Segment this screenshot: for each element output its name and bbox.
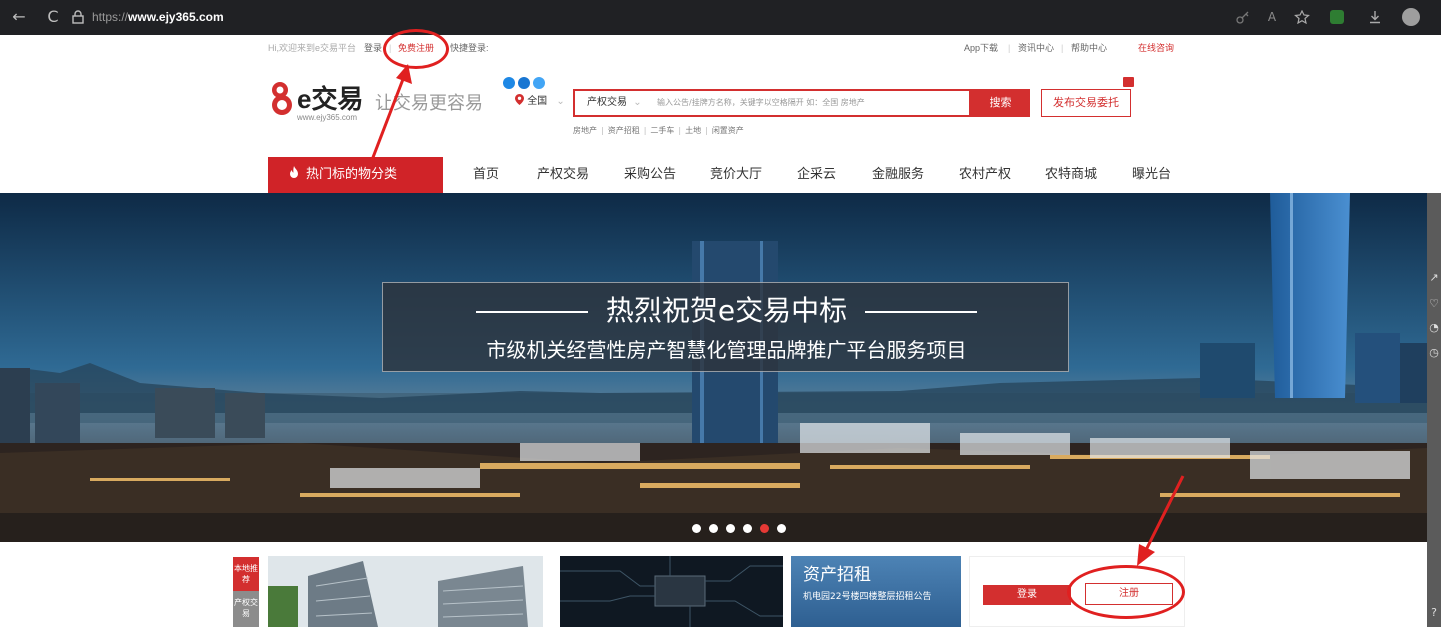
side-toolbar [1427, 193, 1441, 627]
title-rule [475, 311, 588, 313]
building-image [268, 556, 543, 627]
quick-login-label: 快捷登录: [450, 43, 489, 53]
download-icon[interactable] [1368, 10, 1382, 24]
annotation-arrow [370, 64, 412, 161]
top-utility-bar: Hi,欢迎来到e交易平台 登录 | 免费注册 快捷登录: App下载 | 资讯中… [0, 35, 1441, 89]
annotation-circle [1067, 565, 1185, 619]
search-input[interactable]: 输入公告/挂牌方名称，关键字以空格隔开 如：全国 房地产 [657, 91, 865, 115]
login-link[interactable]: 登录 [364, 35, 382, 62]
help-icon[interactable]: ? [1427, 603, 1441, 623]
hotword-link[interactable]: 闲置资产 [712, 126, 744, 135]
hero-banner[interactable]: 热烈祝贺e交易中标 市级机关经营性房产智慧化管理品牌推广平台服务项目 [0, 193, 1427, 542]
hotword-link[interactable]: 房地产 [573, 126, 597, 135]
online-consult-link[interactable]: 在线咨询 [1138, 35, 1174, 62]
refresh-icon[interactable]: C [44, 8, 62, 26]
nav-item-enterprise-cloud[interactable]: 企采云 [797, 158, 836, 192]
browser-toolbar: ← C https://www.ejy365.com A [0, 0, 1441, 35]
hot-category-label: 热门标的物分类 [306, 167, 398, 182]
divider: | [1061, 43, 1064, 53]
hotword-link[interactable]: 土地 [685, 126, 701, 135]
nav-item-procurement[interactable]: 采购公告 [624, 158, 676, 192]
clock-icon[interactable]: ◷ [1427, 343, 1441, 363]
url-domain: www.ejy365.com [128, 10, 224, 24]
search-category-label: 产权交易 [587, 97, 627, 108]
slide-dot-active[interactable] [760, 524, 769, 533]
news-center-link[interactable]: 资讯中心 [1018, 35, 1054, 62]
divider: | [1008, 43, 1011, 53]
asset-rent-subtitle: 机电园22号楼四楼整层招租公告 [803, 592, 932, 602]
banner-caption: 热烈祝贺e交易中标 市级机关经营性房产智慧化管理品牌推广平台服务项目 [382, 282, 1069, 372]
asset-rent-card[interactable]: 资产招租 机电园22号楼四楼整层招租公告 [791, 556, 961, 627]
annotation-circle [383, 29, 449, 69]
help-center-link[interactable]: 帮助中心 [1071, 35, 1107, 62]
favorite-icon[interactable] [1294, 10, 1310, 24]
slide-dot[interactable] [709, 524, 718, 533]
chat-bubble-icon[interactable]: ◔ [1427, 318, 1441, 338]
slide-dot[interactable] [726, 524, 735, 533]
listing-thumbnail[interactable] [268, 556, 543, 627]
location-pin-icon [515, 94, 524, 105]
wechat-login-icon[interactable] [518, 77, 530, 89]
lock-icon [72, 10, 84, 24]
key-icon[interactable] [1236, 10, 1250, 24]
region-label: 全国 [527, 96, 548, 107]
slide-dot[interactable] [777, 524, 786, 533]
nav-item-specialty-mall[interactable]: 农特商城 [1045, 158, 1097, 192]
search-bar: 产权交易 ⌄ 输入公告/挂牌方名称，关键字以空格隔开 如：全国 房地产 [573, 89, 971, 117]
url-scheme: https:// [92, 10, 129, 24]
logo-text[interactable]: e交易 [297, 84, 363, 114]
publish-trade-button[interactable]: 发布交易委托 [1041, 89, 1131, 117]
address-bar[interactable]: https://www.ejy365.com [92, 8, 224, 26]
listing-thumbnail[interactable] [560, 556, 783, 627]
nav-item-finance[interactable]: 金融服务 [872, 158, 924, 192]
region-selector[interactable]: 全国 ⌄ [515, 94, 565, 110]
back-icon[interactable]: ← [10, 8, 28, 26]
banner-subtitle: 市级机关经营性房产智慧化管理品牌推广平台服务项目 [486, 338, 967, 362]
phone-login-icon[interactable] [533, 77, 545, 89]
slogan: 让交易更容易 [375, 93, 483, 114]
slide-dot[interactable] [743, 524, 752, 533]
qq-login-icon[interactable] [503, 77, 515, 89]
chevron-down-icon: ⌄ [633, 97, 642, 108]
title-rule [865, 311, 978, 313]
circuit-board-image [560, 556, 783, 627]
slide-dot[interactable] [692, 524, 701, 533]
hotword-link[interactable]: 资产招租 [608, 126, 640, 135]
asset-rent-title: 资产招租 [803, 565, 871, 585]
hotword-link[interactable]: 二手车 [650, 126, 674, 135]
property-trade-tag[interactable]: 产权交易 [233, 591, 259, 627]
chevron-down-icon: ⌄ [556, 96, 565, 107]
logo-icon[interactable] [267, 80, 295, 118]
nav-item-home[interactable]: 首页 [473, 158, 499, 192]
fire-icon [290, 166, 298, 178]
read-aloud-icon[interactable]: A [1262, 8, 1282, 26]
hot-keywords: 房地产 | 资产招租 | 二手车 | 土地 | 闲置资产 [573, 126, 744, 135]
tool-icon[interactable]: ↗ [1427, 268, 1441, 288]
login-button[interactable]: 登录 [983, 585, 1071, 605]
nav-item-property-trade[interactable]: 产权交易 [537, 158, 589, 192]
local-recommend-tag[interactable]: 本地推荐 [233, 557, 259, 591]
logo-url: www.ejy365.com [297, 113, 358, 122]
banner-title: 热烈祝贺e交易中标 [383, 291, 1070, 331]
chat-icon [1123, 77, 1134, 87]
nav-item-rural-property[interactable]: 农村产权 [959, 158, 1011, 192]
welcome-text: Hi,欢迎来到e交易平台 [268, 43, 357, 53]
hot-category-button[interactable]: 热门标的物分类 [268, 157, 443, 193]
profile-avatar[interactable] [1402, 8, 1420, 26]
search-category-select[interactable]: 产权交易 ⌄ [587, 91, 642, 115]
app-download-link[interactable]: App下载 [964, 35, 998, 62]
banner-title-text: 热烈祝贺e交易中标 [605, 294, 848, 327]
heart-icon[interactable]: ♡ [1427, 294, 1441, 314]
search-button[interactable]: 搜索 [971, 89, 1030, 117]
nav-item-exposure[interactable]: 曝光台 [1132, 158, 1171, 192]
extension-icon[interactable] [1330, 10, 1344, 24]
nav-item-bidding-hall[interactable]: 竞价大厅 [710, 158, 762, 192]
